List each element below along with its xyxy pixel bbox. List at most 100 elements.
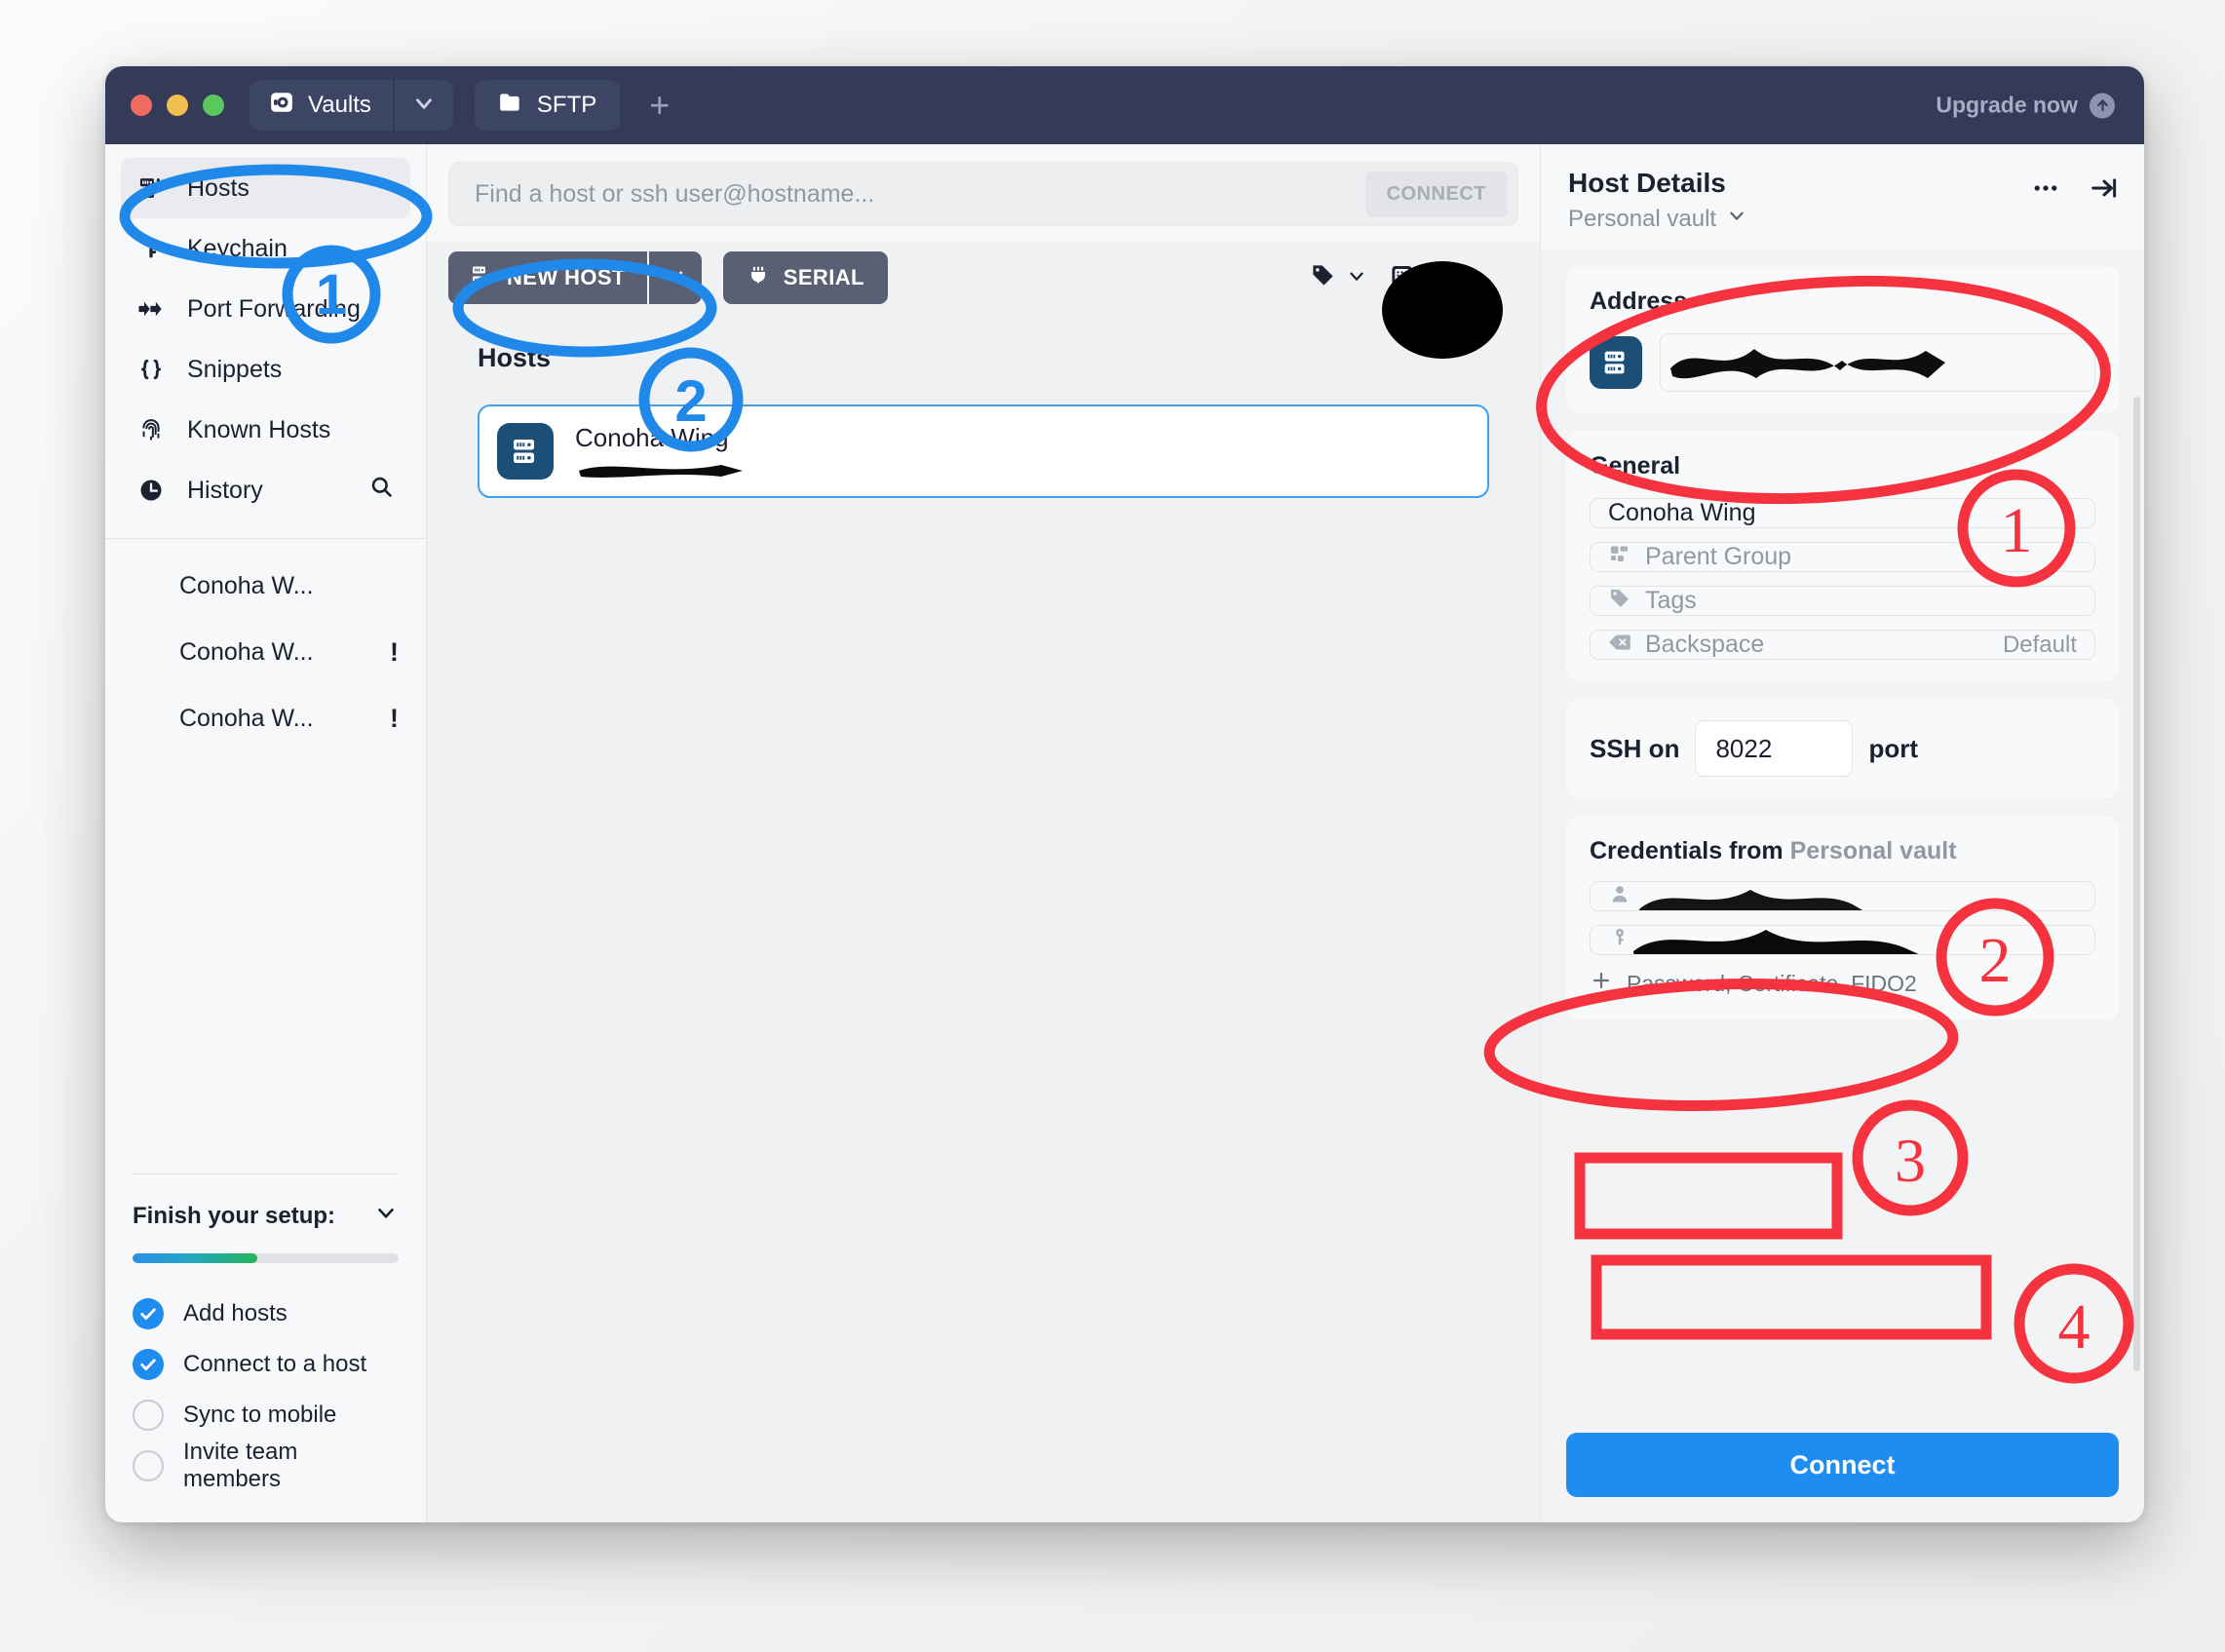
setup-task[interactable]: Connect to a host (133, 1339, 399, 1390)
history-item[interactable]: Conoha W... ! (105, 619, 426, 685)
sidebar-item-label: Keychain (187, 234, 288, 262)
sidebar-item-port-forwarding[interactable]: Port Forwarding (121, 279, 410, 339)
credentials-card: Credentials from Personal vault Password… (1566, 816, 2119, 1019)
tab-sftp-label: SFTP (536, 92, 597, 118)
setup-progress-fill (133, 1253, 258, 1263)
setup-task-label: Add hosts (183, 1300, 288, 1326)
host-details-scroll[interactable]: Address General Conoha Wing Parent Group… (1541, 250, 2144, 1415)
arrow-to-right-icon[interactable] (2090, 173, 2119, 208)
arrows-right-icon (136, 294, 166, 324)
vault-icon (269, 90, 294, 122)
tab-sftp[interactable]: SFTP (474, 80, 621, 131)
history-item-label: Conoha W... (179, 704, 314, 732)
history-item-badge: ! (390, 703, 399, 733)
ssh-prefix-label: SSH on (1590, 733, 1680, 763)
general-fields: Conoha Wing Parent Group Tags Backspace … (1590, 498, 2095, 660)
ssh-port-card: SSH on 8022 port (1566, 699, 2119, 798)
toolbar-redaction-blob (1382, 261, 1503, 359)
address-row (1590, 333, 2095, 392)
search-connect-button[interactable]: CONNECT (1364, 171, 1508, 217)
parent-group-field[interactable]: Parent Group (1590, 542, 2095, 572)
credentials-heading: Credentials from Personal vault (1590, 837, 2095, 865)
ellipsis-icon[interactable] (2031, 173, 2060, 208)
connect-button[interactable]: Connect (1566, 1433, 2119, 1497)
key-icon (1608, 926, 1631, 954)
credentials-fields (1590, 881, 2095, 955)
sidebar-item-label: Port Forwarding (187, 294, 361, 323)
host-card-conoha-wing[interactable]: Conoha Wing (478, 404, 1489, 498)
folder-icon (498, 90, 523, 122)
serial-button[interactable]: SERIAL (722, 251, 888, 304)
sidebar-item-known-hosts[interactable]: Known Hosts (121, 400, 410, 460)
new-host-dropdown-toggle[interactable] (646, 251, 702, 304)
host-details-panel: Host Details Personal vault Address Gene… (1540, 144, 2144, 1522)
tab-vaults[interactable]: Vaults (249, 80, 393, 131)
sidebar-item-label: Hosts (187, 173, 249, 202)
sidebar-item-keychain[interactable]: Keychain (121, 218, 410, 279)
search-placeholder: Find a host or ssh user@hostname... (475, 179, 875, 208)
add-credential-button[interactable]: Password, Certificate, FIDO2 (1590, 969, 2095, 998)
history-item[interactable]: Conoha W... (105, 553, 426, 619)
hosts-area: Hosts Conoha Wing (427, 322, 1540, 1522)
arrow-up-circle-icon (2090, 93, 2115, 118)
new-host-label: NEW HOST (507, 265, 626, 289)
setup-header[interactable]: Finish your setup: (133, 1200, 399, 1232)
sidebar-item-label: History (187, 476, 263, 504)
credentials-password-field[interactable] (1590, 925, 2095, 955)
setup-task[interactable]: Add hosts (133, 1288, 399, 1339)
tags-field[interactable]: Tags (1590, 586, 2095, 616)
credentials-username-field[interactable] (1590, 881, 2095, 911)
backspace-icon (1608, 631, 1631, 659)
user-icon (1608, 882, 1631, 910)
sidebar-item-snippets[interactable]: Snippets (121, 339, 410, 400)
ssh-port-input[interactable]: 8022 (1695, 720, 1854, 777)
host-details-footer: Connect (1541, 1415, 2144, 1522)
new-host-button-group: NEW HOST (448, 251, 702, 304)
ssh-suffix-label: port (1868, 733, 1918, 763)
title-bar: Vaults SFTP + Upgrade now (105, 66, 2144, 144)
new-host-button[interactable]: NEW HOST (448, 251, 647, 304)
check-circle-icon (133, 1349, 164, 1380)
setup-progress-bar (133, 1253, 399, 1263)
chevron-down-icon[interactable] (373, 1200, 399, 1232)
setup-task[interactable]: Sync to mobile (133, 1390, 399, 1441)
empty-circle-icon (133, 1450, 164, 1481)
search-icon[interactable] (368, 474, 395, 507)
host-name-field[interactable]: Conoha Wing (1590, 498, 2095, 528)
new-tab-button[interactable]: + (641, 88, 677, 123)
setup-checklist: Finish your setup: Add hosts Connect to … (105, 1173, 426, 1522)
vault-selector[interactable]: Personal vault (1568, 205, 2117, 233)
backspace-default-label: Default (2002, 631, 2077, 658)
address-redaction (1670, 349, 1945, 379)
ssh-port-value: 8022 (1715, 733, 1773, 763)
tag-filter-button[interactable] (1310, 262, 1367, 293)
history-item[interactable]: Conoha W... ! (105, 685, 426, 751)
general-label: General (1590, 452, 1681, 480)
details-scrollbar[interactable] (2133, 397, 2140, 1371)
plug-icon (747, 263, 770, 292)
setup-task-label: Sync to mobile (183, 1402, 337, 1428)
search-input[interactable]: Find a host or ssh user@hostname... CONN… (448, 162, 1518, 226)
setup-title: Finish your setup: (133, 1202, 336, 1229)
credentials-username-redaction (1639, 890, 1863, 910)
empty-circle-icon (133, 1400, 164, 1431)
sidebar-item-hosts[interactable]: Hosts (121, 158, 410, 218)
sidebar-item-label: Snippets (187, 355, 283, 383)
backspace-field[interactable]: Backspace Default (1590, 630, 2095, 660)
host-details-actions (2031, 173, 2119, 208)
setup-task-label: Connect to a host (183, 1351, 367, 1377)
minimize-button[interactable] (167, 95, 188, 116)
host-name-value: Conoha Wing (1608, 499, 1756, 526)
close-button[interactable] (131, 95, 152, 116)
address-field[interactable] (1660, 333, 2095, 392)
upgrade-now-button[interactable]: Upgrade now (1936, 93, 2115, 119)
address-label: Address (1590, 288, 1688, 315)
zoom-button[interactable] (203, 95, 224, 116)
sidebar-item-history[interactable]: History (121, 460, 410, 520)
server-rack-icon (497, 423, 554, 480)
chevron-down-icon (1346, 265, 1367, 291)
vault-dropdown-toggle[interactable] (394, 80, 453, 131)
setup-task[interactable]: Invite team members (133, 1439, 399, 1492)
host-card-address-redaction (579, 464, 743, 478)
